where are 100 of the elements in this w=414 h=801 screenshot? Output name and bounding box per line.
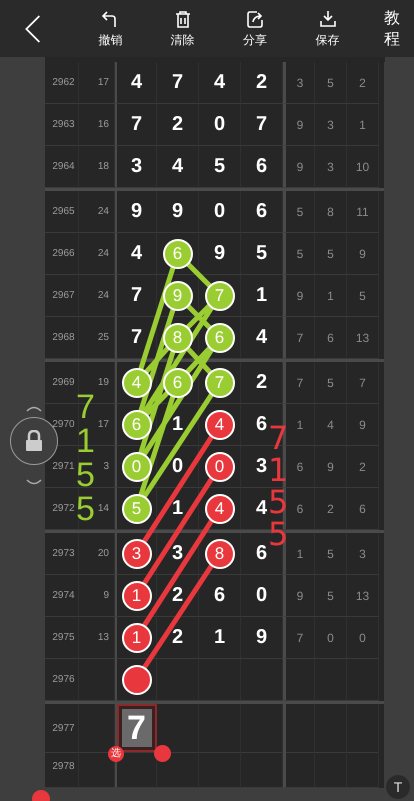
stat-value: 1 bbox=[327, 288, 334, 302]
save-button[interactable]: 保存 bbox=[306, 8, 350, 48]
clear-button[interactable]: 清除 bbox=[160, 8, 204, 48]
issue-number: 2962 bbox=[52, 77, 75, 88]
stat-value: 2 bbox=[359, 76, 366, 90]
handwritten-number: 7155 bbox=[76, 390, 96, 526]
digit: 4 bbox=[256, 497, 268, 520]
stat-value: 1 bbox=[296, 418, 304, 432]
stat-value: 5 bbox=[327, 376, 334, 390]
sum-value: 18 bbox=[98, 161, 109, 172]
digit: 2 bbox=[256, 71, 268, 94]
stat-value: 5 bbox=[327, 588, 334, 602]
number-ball: 6 bbox=[204, 322, 234, 352]
stat-value: 9 bbox=[296, 588, 304, 602]
digit: 1 bbox=[172, 413, 184, 436]
sum-value: 24 bbox=[98, 206, 109, 217]
number-ball: 4 bbox=[122, 368, 152, 398]
digit: 3 bbox=[130, 155, 142, 178]
digit: 0 bbox=[256, 584, 268, 607]
download-icon bbox=[318, 8, 338, 28]
stat-value: 5 bbox=[327, 246, 334, 260]
tutorial-button[interactable]: 教程 bbox=[378, 8, 406, 50]
digit: 4 bbox=[172, 155, 184, 178]
number-ball: 0 bbox=[122, 452, 152, 482]
stat-value: 3 bbox=[327, 118, 334, 132]
digit: 6 bbox=[256, 155, 268, 178]
issue-number: 2969 bbox=[52, 377, 75, 388]
stat-value: 7 bbox=[296, 330, 304, 344]
digit: 6 bbox=[256, 413, 268, 436]
issue-number: 2978 bbox=[52, 761, 75, 772]
lock-icon bbox=[25, 430, 43, 452]
stat-value: 3 bbox=[359, 546, 366, 560]
stat-value: 3 bbox=[296, 76, 304, 90]
stat-value: 1 bbox=[359, 118, 366, 132]
stat-value: 7 bbox=[296, 376, 304, 390]
digit: 6 bbox=[256, 542, 268, 565]
digit: 4 bbox=[256, 326, 268, 349]
number-ball: 8 bbox=[204, 538, 234, 568]
digit: 9 bbox=[214, 242, 226, 265]
digit: 9 bbox=[130, 200, 142, 223]
issue-number: 2970 bbox=[52, 419, 75, 430]
stat-value: 9 bbox=[296, 118, 304, 132]
stat-value: 6 bbox=[359, 502, 366, 516]
sum-value: 16 bbox=[98, 119, 109, 130]
digit: 7 bbox=[130, 326, 142, 349]
sum-value: 17 bbox=[98, 419, 109, 430]
issue-number: 2976 bbox=[52, 674, 75, 685]
stat-value: 13 bbox=[356, 330, 370, 344]
number-ball: 6 bbox=[162, 238, 192, 268]
number-ball: 3 bbox=[122, 538, 152, 568]
sum-value: 19 bbox=[98, 377, 109, 388]
stat-value: 2 bbox=[359, 460, 366, 474]
digit: 0 bbox=[172, 455, 184, 478]
sum-value: 9 bbox=[103, 590, 109, 601]
number-ball: 0 bbox=[204, 452, 234, 482]
stat-value: 9 bbox=[296, 160, 304, 174]
number-ball: 5 bbox=[122, 494, 152, 524]
handwritten-number: 7155 bbox=[268, 422, 288, 550]
sum-value: 25 bbox=[98, 332, 109, 343]
issue-number: 2971 bbox=[52, 461, 75, 472]
undo-button[interactable]: 撤销 bbox=[88, 8, 132, 48]
stat-value: 0 bbox=[327, 630, 334, 644]
number-ball: 1 bbox=[122, 622, 152, 652]
share-button[interactable]: 分享 bbox=[233, 8, 277, 48]
digit: 1 bbox=[256, 284, 268, 307]
digit: 9 bbox=[172, 200, 184, 223]
digit: 4 bbox=[130, 242, 142, 265]
digit: 7 bbox=[256, 113, 268, 136]
stat-value: 9 bbox=[296, 288, 304, 302]
digit: 2 bbox=[172, 113, 184, 136]
issue-number: 2977 bbox=[52, 722, 75, 734]
stat-value: 7 bbox=[296, 630, 304, 644]
digit: 4 bbox=[214, 71, 226, 94]
stat-value: 6 bbox=[296, 502, 304, 516]
text-tool-button[interactable]: T bbox=[386, 775, 410, 799]
number-ball: 7 bbox=[204, 280, 234, 310]
sum-value: 17 bbox=[98, 77, 109, 88]
stat-value: 5 bbox=[359, 288, 366, 302]
sum-value: 24 bbox=[98, 248, 109, 259]
digit: 2 bbox=[172, 626, 184, 649]
digit: 5 bbox=[256, 242, 268, 265]
share-icon bbox=[245, 8, 266, 28]
digit: 6 bbox=[214, 584, 226, 607]
number-ball: 4 bbox=[204, 494, 234, 524]
chevron-down-icon bbox=[26, 479, 42, 487]
issue-number: 2966 bbox=[52, 248, 75, 259]
stat-value: 5 bbox=[327, 76, 334, 90]
digit: 7 bbox=[130, 284, 142, 307]
stat-value: 0 bbox=[359, 630, 366, 644]
number-ball: 1 bbox=[122, 580, 152, 610]
issue-number: 2967 bbox=[52, 290, 75, 301]
stat-value: 4 bbox=[327, 418, 334, 432]
digit: 6 bbox=[256, 200, 268, 223]
digit: 2 bbox=[256, 371, 268, 394]
issue-number: 2974 bbox=[52, 590, 75, 601]
sum-value: 14 bbox=[98, 503, 109, 514]
digit: 1 bbox=[214, 626, 226, 649]
digit: 1 bbox=[172, 497, 184, 520]
digit: 7 bbox=[172, 71, 184, 94]
stat-value: 2 bbox=[327, 502, 334, 516]
